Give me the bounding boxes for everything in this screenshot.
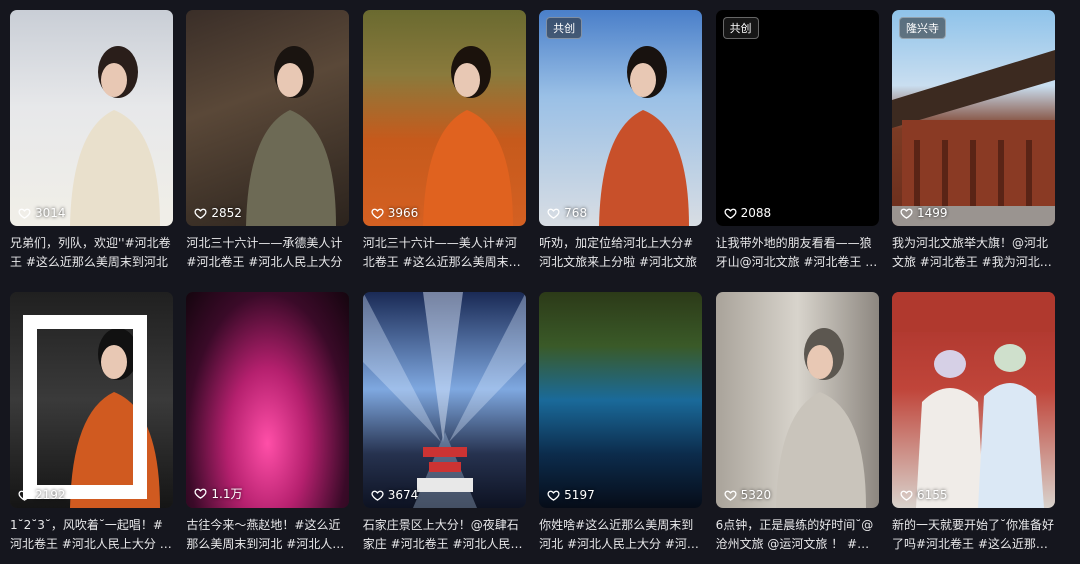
like-count-text: 5197 <box>564 488 595 502</box>
video-title[interactable]: 河北三十六计——承德美人计#河北卷王 #河北人民上大分 <box>186 234 349 272</box>
video-title[interactable]: 1˘2˘3˘，风吹着˘一起唱！#河北卷王 #河北人民上大分 #河北 <box>10 516 173 554</box>
like-count-text: 3674 <box>387 488 419 502</box>
like-count: 5320 <box>723 488 772 502</box>
like-count-text: 5320 <box>740 488 772 502</box>
thumbnail-image <box>362 10 526 226</box>
thumbnail-image <box>715 10 879 226</box>
thumbnail-image <box>539 10 703 226</box>
video-title[interactable]: 我为河北文旅举大旗！@河北文旅 #河北卷王 #我为河北文旅举大旗 <box>892 234 1055 272</box>
video-thumbnail[interactable]: 我姓邢5197 <box>539 292 703 508</box>
video-thumbnail[interactable]: 3674 <box>362 292 526 508</box>
video-title[interactable]: 听劝，加定位给河北上大分#河北文旅来上分啦 #河北文旅 <box>539 234 702 272</box>
heart-outline-icon <box>194 207 207 220</box>
heart-outline-icon <box>723 207 737 220</box>
video-card[interactable]: 5320 6点钟，正是晨练的好时间˘@沧州文旅 @运河文旅 ！ #河北卷王 <box>715 292 879 564</box>
video-card[interactable]: 共创 768 听劝，加定位给河北上大分#河北文旅来上分啦 #河北文旅 <box>539 10 703 282</box>
like-count: 2192 <box>18 488 66 502</box>
video-card[interactable]: 隆兴寺 1499 我为河北文旅举大旗！@河北文旅 #河北卷王 #我为河北文旅举大旗 <box>891 10 1055 282</box>
heart-outline-icon <box>18 207 31 220</box>
video-thumbnail[interactable]: 5320 <box>715 292 879 508</box>
like-count-text: 2192 <box>35 488 66 502</box>
video-card[interactable]: 河北1.1万古往今来～燕赵地！#这么近那么美周末到河北 #河北人民上大分 <box>186 292 350 564</box>
like-count: 3014 <box>18 206 66 220</box>
heart-outline-icon <box>371 489 384 502</box>
video-title[interactable]: 古往今来～燕赵地！#这么近那么美周末到河北 #河北人民上大分 <box>186 516 349 554</box>
video-thumbnail[interactable]: 隆兴寺 1499 <box>891 10 1055 226</box>
video-title[interactable]: 让我带外地的朋友看看——狼牙山@河北文旅 #河北卷王 #河北人民上大分 <box>716 234 879 272</box>
like-count-text: 768 <box>564 206 588 220</box>
thumbnail-image <box>10 292 173 508</box>
like-count-text: 1499 <box>916 206 948 220</box>
heart-outline-icon <box>723 489 737 502</box>
thumbnail-image <box>362 292 526 508</box>
like-count-text: 3966 <box>387 206 419 220</box>
video-thumbnail[interactable]: 共创 768 <box>539 10 703 226</box>
video-title[interactable]: 6点钟，正是晨练的好时间˘@沧州文旅 @运河文旅 ！ #河北卷王 <box>716 516 879 554</box>
thumbnail-badge: 隆兴寺 <box>898 17 946 39</box>
heart-outline-icon <box>900 207 913 220</box>
video-card[interactable]: 我姓邢5197 你姓啥#这么近那么美周末到河北 #河北人民上大分 #河北卷王 <box>539 292 703 564</box>
like-count: 2088 <box>723 206 772 220</box>
thumbnail-badge: 共创 <box>546 17 583 39</box>
thumbnail-image <box>186 10 350 226</box>
like-count-text: 1.1万 <box>211 487 243 501</box>
heart-outline-icon <box>194 487 207 500</box>
like-count: 5197 <box>547 488 595 502</box>
thumbnail-image <box>186 292 350 508</box>
heart-outline-icon <box>18 489 31 502</box>
video-card[interactable]: 美丽悠悠保定古城3014 兄弟们，列队，欢迎''#河北卷王 #这么近那么美周末到河… <box>10 10 173 282</box>
video-card[interactable]: 狼牙山共创2088让我带外地的朋友看看——狼牙山@河北文旅 #河北卷王 #河北人… <box>715 10 879 282</box>
thumbnail-image <box>715 292 879 508</box>
like-count: 3674 <box>371 488 419 502</box>
video-card[interactable]: 6155 新的一天就要开始了˘你准备好了吗#河北卷王 #这么近那么美周末到河北 <box>891 292 1055 564</box>
thumbnail-image <box>891 10 1055 226</box>
video-card[interactable]: 2192 1˘2˘3˘，风吹着˘一起唱！#河北卷王 #河北人民上大分 #河北 <box>10 292 173 564</box>
thumbnail-image <box>10 10 173 226</box>
like-count-text: 6155 <box>916 488 948 502</box>
heart-outline-icon <box>547 489 560 502</box>
like-count: 768 <box>547 206 587 220</box>
like-count-text: 3014 <box>35 206 66 220</box>
like-count-text: 2088 <box>740 206 772 220</box>
video-thumbnail[interactable]: 美丽悠悠保定古城3014 <box>10 10 173 226</box>
video-card[interactable]: 3966 河北三十六计——美人计#河北卷王 #这么近那么美周末到河北 <box>362 10 526 282</box>
video-title[interactable]: 新的一天就要开始了˘你准备好了吗#河北卷王 #这么近那么美周末到河北 <box>892 516 1055 554</box>
thumbnail-badge: 共创 <box>722 17 759 39</box>
video-title[interactable]: 你姓啥#这么近那么美周末到河北 #河北人民上大分 #河北卷王 <box>539 516 702 554</box>
heart-outline-icon <box>547 207 560 220</box>
like-count: 6155 <box>900 488 948 502</box>
video-thumbnail[interactable]: 2192 <box>10 292 173 508</box>
video-thumbnail[interactable]: 2852 <box>186 10 350 226</box>
like-count: 1.1万 <box>194 485 242 502</box>
video-title[interactable]: 石家庄景区上大分！@夜肆石家庄 #河北卷王 #河北人民上大分 <box>363 516 526 554</box>
video-thumbnail[interactable]: 狼牙山共创2088 <box>715 10 879 226</box>
heart-outline-icon <box>371 207 384 220</box>
like-count-text: 2852 <box>211 206 242 220</box>
video-title[interactable]: 河北三十六计——美人计#河北卷王 #这么近那么美周末到河北 <box>363 234 526 272</box>
video-thumbnail[interactable]: 3966 <box>362 10 526 226</box>
video-card[interactable]: 3674 石家庄景区上大分！@夜肆石家庄 #河北卷王 #河北人民上大分 <box>362 292 526 564</box>
like-count: 1499 <box>900 206 948 220</box>
video-card[interactable]: 2852 河北三十六计——承德美人计#河北卷王 #河北人民上大分 <box>186 10 350 282</box>
thumbnail-image <box>539 292 703 508</box>
video-title[interactable]: 兄弟们，列队，欢迎''#河北卷王 #这么近那么美周末到河北 <box>10 234 173 272</box>
like-count: 2852 <box>194 206 242 220</box>
thumbnail-image <box>891 292 1055 508</box>
video-grid: 美丽悠悠保定古城3014 兄弟们，列队，欢迎''#河北卷王 #这么近那么美周末到河… <box>10 10 1070 564</box>
like-count: 3966 <box>371 206 419 220</box>
heart-outline-icon <box>900 489 913 502</box>
video-thumbnail[interactable]: 6155 <box>891 292 1055 508</box>
video-thumbnail[interactable]: 河北1.1万 <box>186 292 350 508</box>
